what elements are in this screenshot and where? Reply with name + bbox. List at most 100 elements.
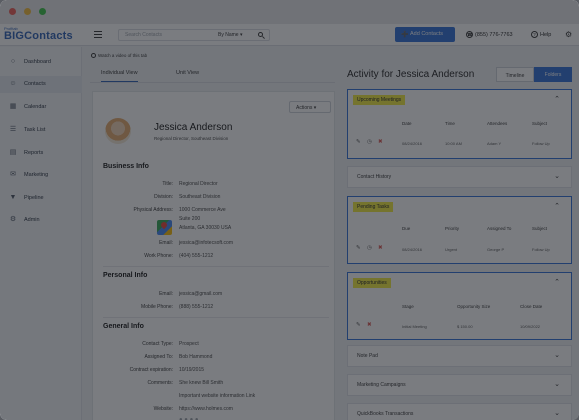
- sidebar-item-task-list[interactable]: ☰ Task List: [0, 122, 82, 139]
- clock-icon[interactable]: ◷: [367, 139, 372, 145]
- tab-unit-view[interactable]: Unit View: [176, 70, 199, 76]
- note-pad-title: Note Pad: [357, 353, 378, 359]
- column-header: Stage: [402, 304, 414, 309]
- work-email-value[interactable]: jessica@infotecsoft.com: [179, 240, 233, 246]
- timeline-toggle[interactable]: Timeline: [496, 67, 534, 82]
- personal-email-value[interactable]: jessica@gmail.com: [179, 291, 222, 297]
- address-line-1: 1000 Commerce Ave: [179, 207, 226, 213]
- website-value[interactable]: https://www.holmes.com: [179, 406, 233, 412]
- contact-title: Regional Director, Southeast Division: [154, 136, 229, 141]
- sidebar-item-dashboard[interactable]: ○ Dashboard: [0, 54, 82, 71]
- contact-card: Actions ▾ Jessica Anderson Regional Dire…: [92, 91, 335, 420]
- contact-type-label: Contact Type:: [142, 341, 173, 347]
- folders-toggle[interactable]: Folders: [534, 67, 572, 82]
- avatar: [105, 118, 131, 144]
- sidebar-item-reports[interactable]: ▤ Reports: [0, 145, 82, 162]
- delete-icon[interactable]: ✖: [378, 139, 383, 145]
- maximize-window-icon[interactable]: [39, 8, 46, 15]
- logo-text: BIGContacts: [4, 30, 73, 42]
- chevron-down-icon[interactable]: ⌄: [554, 351, 560, 359]
- sidebar-item-label: Admin: [24, 217, 40, 223]
- sidebar-item-marketing[interactable]: ✉ Marketing: [0, 167, 82, 184]
- chevron-up-icon[interactable]: ⌃: [554, 202, 560, 210]
- actions-dropdown[interactable]: Actions ▾: [289, 101, 331, 113]
- sidebar-item-label: Task List: [24, 127, 46, 133]
- search-input[interactable]: Search Contacts By Name ▾: [118, 29, 270, 41]
- video-link-label: Watch a video of this tab: [98, 53, 148, 58]
- close-window-icon[interactable]: [9, 8, 16, 15]
- map-icon[interactable]: [157, 220, 172, 235]
- chevron-down-icon[interactable]: ⌄: [554, 380, 560, 388]
- chevron-up-icon[interactable]: ⌃: [554, 278, 560, 286]
- help-link[interactable]: ? Help: [531, 31, 551, 38]
- search-icon[interactable]: [258, 32, 263, 37]
- quickbooks-panel[interactable]: QuickBooks Transactions ⌄: [347, 403, 572, 420]
- marketing-icon: ✉: [10, 171, 16, 178]
- search-by-dropdown[interactable]: By Name ▾: [218, 32, 242, 38]
- edit-icon[interactable]: ✎: [356, 245, 361, 251]
- gear-icon[interactable]: ⚙: [565, 30, 572, 39]
- table-cell: Follow Up: [532, 141, 550, 146]
- sidebar-item-admin[interactable]: ⚙ Admin: [0, 212, 82, 229]
- edit-icon[interactable]: ✎: [356, 322, 361, 328]
- activity-title: Activity for Jessica Anderson: [347, 69, 475, 80]
- support-phone[interactable]: ☎ (855) 776-7763: [466, 31, 513, 38]
- mobile-phone-value[interactable]: (888) 555-1212: [179, 304, 213, 310]
- calendar-icon: ▦: [9, 103, 17, 110]
- contact-type-value: Prospect: [179, 341, 199, 347]
- search-placeholder: Search Contacts: [125, 32, 162, 38]
- add-contacts-button[interactable]: ➕ Add Contacts: [395, 27, 455, 42]
- comments-value: She knew Bill Smith: [179, 380, 224, 386]
- table-cell: Initial Meeting: [402, 324, 427, 329]
- pending-tasks-panel: Pending Tasks ⌃ Due Priority Assigned To…: [347, 196, 572, 264]
- business-info-heading: Business Info: [103, 163, 149, 170]
- division-label: Division:: [154, 194, 173, 200]
- email-label: Email:: [159, 240, 173, 246]
- chevron-down-icon[interactable]: ⌄: [554, 409, 560, 417]
- contact-history-panel[interactable]: Contact History ⌄: [347, 166, 572, 188]
- app-logo[interactable]: Profitab BIGContacts: [4, 27, 73, 42]
- sidebar-item-calendar[interactable]: ▦ Calendar: [0, 99, 82, 116]
- sidebar-item-pipeline[interactable]: ▼ Pipeline: [0, 190, 82, 207]
- task-list-icon: ☰: [9, 126, 17, 133]
- pending-tasks-tag: Pending Tasks: [353, 202, 394, 212]
- tab-individual-view[interactable]: Individual View: [101, 70, 138, 82]
- clock-icon[interactable]: ◷: [367, 245, 372, 251]
- division-value: Southeast Division: [179, 194, 221, 200]
- contacts-icon: ☺: [9, 80, 17, 87]
- sidebar-item-label: Reports: [24, 150, 44, 156]
- table-cell: 10/09/2022: [520, 324, 541, 329]
- website-label: Website:: [153, 406, 173, 412]
- column-header: Subject: [532, 121, 548, 126]
- personal-info-heading: Personal Info: [103, 272, 148, 279]
- minimize-window-icon[interactable]: [24, 8, 31, 15]
- delete-icon[interactable]: ✖: [367, 322, 372, 328]
- title-value: Regional Director: [179, 181, 218, 187]
- table-cell: Adam Y: [487, 141, 502, 146]
- add-user-icon: ➕: [401, 32, 409, 38]
- admin-icon: ⚙: [9, 216, 17, 223]
- address-label: Physical Address:: [133, 207, 173, 213]
- divider: [103, 266, 329, 267]
- work-phone-value[interactable]: (404) 555-1212: [179, 253, 213, 259]
- comments-link[interactable]: Important website information Link: [179, 393, 255, 399]
- note-pad-panel[interactable]: Note Pad ⌄: [347, 345, 572, 367]
- address-line-3: Atlanta, GA 30030 USA: [179, 225, 232, 231]
- sidebar-item-contacts[interactable]: ☺ Contacts: [0, 76, 82, 93]
- reports-icon: ▤: [9, 149, 17, 156]
- chevron-down-icon[interactable]: ⌄: [554, 172, 560, 180]
- menu-icon[interactable]: [94, 31, 102, 38]
- personal-email-label: Email:: [159, 291, 173, 297]
- edit-icon[interactable]: ✎: [356, 139, 361, 145]
- table-cell: 08/24/2016: [402, 247, 423, 252]
- work-phone-label: Work Phone:: [144, 253, 173, 259]
- video-link[interactable]: Watch a video of this tab: [91, 53, 148, 59]
- marketing-campaigns-title: Marketing Campaigns: [357, 382, 406, 388]
- top-nav: Profitab BIGContacts Search Contacts By …: [0, 24, 579, 46]
- marketing-campaigns-panel[interactable]: Marketing Campaigns ⌄: [347, 374, 572, 396]
- delete-icon[interactable]: ✖: [378, 245, 383, 251]
- column-header: Date: [402, 121, 412, 126]
- upcoming-meetings-panel: Upcoming Meetings ⌃ Date Time Attendees …: [347, 89, 572, 159]
- table-cell: 10:00 AM: [445, 141, 462, 146]
- chevron-up-icon[interactable]: ⌃: [554, 95, 560, 103]
